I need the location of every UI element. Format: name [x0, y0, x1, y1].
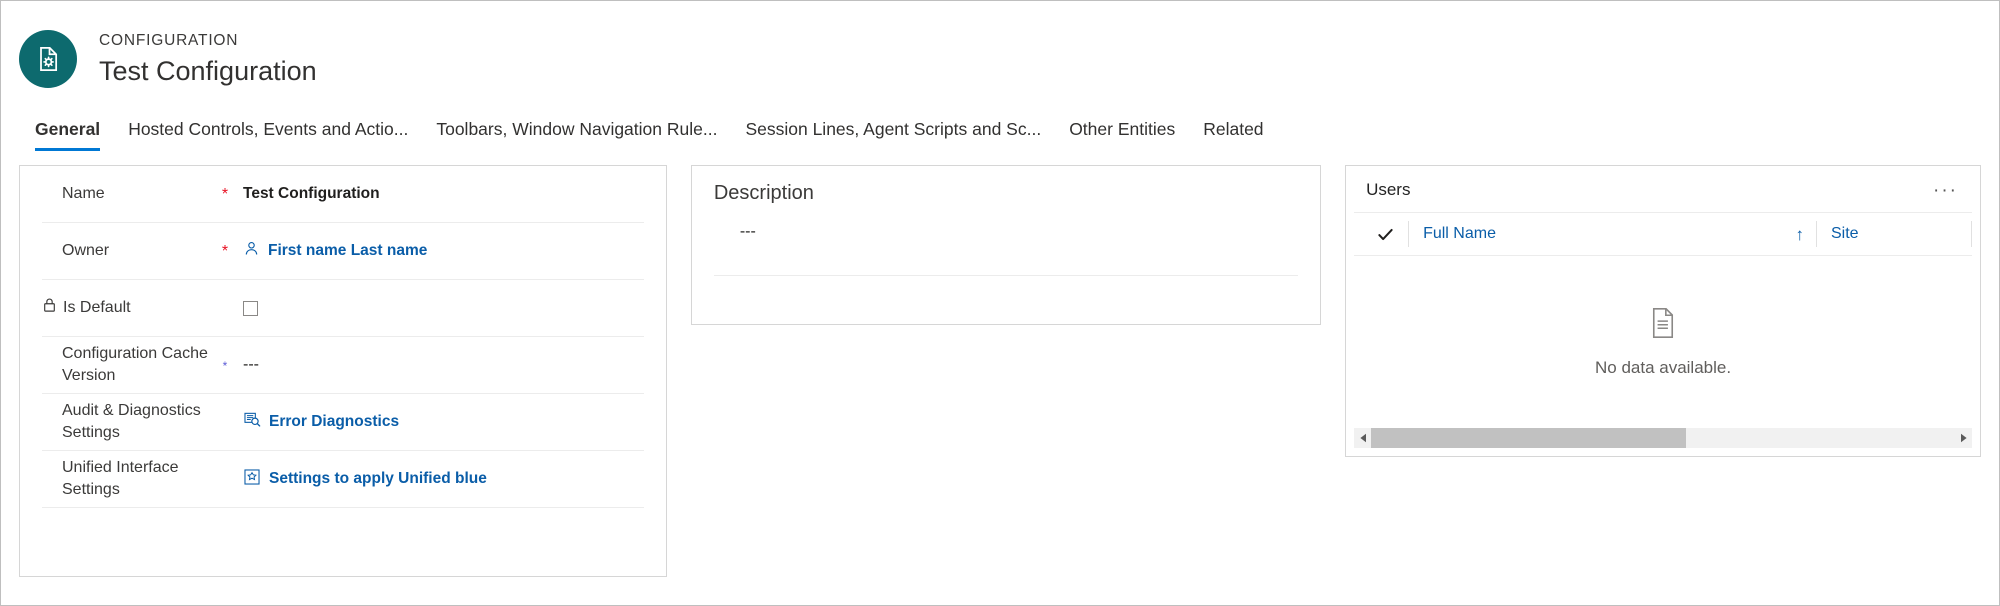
field-label-name: Name	[62, 185, 105, 203]
tab-toolbars-window-navigation-rules[interactable]: Toolbars, Window Navigation Rule...	[422, 119, 731, 151]
field-row-unified-interface-settings: Unified Interface Settings Settings to a…	[42, 451, 644, 508]
error-diagnostics-link[interactable]: Error Diagnostics	[269, 413, 399, 431]
is-default-checkbox[interactable]	[243, 300, 258, 316]
name-value-text: Test Configuration	[243, 185, 380, 202]
entity-type-label: CONFIGURATION	[99, 32, 239, 50]
description-card: Description ---	[690, 165, 1322, 325]
users-grid-header-row: Full Name ↑ Site	[1354, 212, 1972, 256]
field-row-name: Name * Test Configuration	[42, 166, 644, 223]
unified-interface-icon	[243, 468, 261, 491]
is-default-label-text: Is Default	[63, 298, 131, 316]
field-label-is-default: Is Default	[42, 297, 217, 320]
field-label-owner: Owner	[62, 242, 110, 260]
error-diagnostics-icon	[243, 411, 261, 434]
scroll-left-arrow-icon[interactable]	[1354, 433, 1371, 443]
configuration-record-page: CONFIGURATION Test Configuration General…	[0, 0, 2000, 606]
record-header: CONFIGURATION Test Configuration	[1, 1, 1999, 101]
field-value-unified-interface-settings[interactable]: Settings to apply Unified blue	[233, 468, 644, 491]
scrollbar-track[interactable]	[1371, 428, 1955, 448]
required-indicator-is-default	[217, 307, 233, 309]
tab-hosted-controls-events-actions[interactable]: Hosted Controls, Events and Actio...	[114, 119, 422, 151]
description-value[interactable]: ---	[713, 223, 1299, 276]
required-indicator-audit-diagnostics-settings	[217, 421, 233, 423]
header-text-block: CONFIGURATION Test Configuration	[99, 33, 317, 85]
field-row-owner: Owner * First name Last name	[42, 223, 644, 280]
field-row-audit-diagnostics-settings: Audit & Diagnostics Settings Error Diagn…	[42, 394, 644, 451]
column-divider	[1971, 221, 1972, 247]
tab-general[interactable]: General	[21, 119, 114, 151]
users-empty-text: No data available.	[1594, 357, 1732, 377]
required-indicator-unified-interface-settings	[217, 478, 233, 480]
document-gear-icon	[19, 30, 77, 88]
form-body: Name * Test Configuration Owner * First …	[1, 151, 1999, 577]
field-row-configuration-cache-version: Configuration Cache Version * ---	[42, 337, 644, 394]
sort-ascending-icon[interactable]: ↑	[1796, 226, 1805, 243]
users-subgrid-card: Users ··· Full Name ↑ Site No data avail…	[1345, 165, 1981, 457]
tab-other-entities[interactable]: Other Entities	[1055, 119, 1189, 151]
users-header: Users ···	[1346, 166, 1980, 212]
description-title: Description	[713, 182, 814, 204]
lock-icon	[42, 297, 57, 320]
configuration-cache-version-value: ---	[243, 356, 259, 373]
select-all-checkmark-icon[interactable]	[1362, 225, 1408, 244]
users-horizontal-scrollbar[interactable]	[1354, 428, 1972, 448]
owner-link[interactable]: First name Last name	[268, 242, 427, 260]
page-title: Test Configuration	[99, 55, 317, 86]
field-label-unified-interface-settings: Unified Interface Settings	[62, 459, 179, 498]
scrollbar-thumb[interactable]	[1371, 428, 1687, 448]
field-row-is-default: Is Default	[42, 280, 644, 337]
users-title: Users	[1366, 180, 1411, 199]
person-icon	[243, 240, 260, 262]
tab-session-lines-agent-scripts[interactable]: Session Lines, Agent Scripts and Sc...	[731, 119, 1055, 151]
field-label-audit-diagnostics-settings: Audit & Diagnostics Settings	[62, 402, 201, 441]
tab-bar: General Hosted Controls, Events and Acti…	[1, 107, 1999, 151]
column-header-site-label: Site	[1831, 225, 1859, 242]
unified-interface-link[interactable]: Settings to apply Unified blue	[269, 470, 487, 488]
field-value-configuration-cache-version[interactable]: ---	[233, 356, 644, 374]
field-value-audit-diagnostics-settings[interactable]: Error Diagnostics	[233, 411, 644, 434]
field-value-is-default	[233, 300, 644, 316]
required-indicator-configuration-cache-version: *	[222, 359, 228, 373]
column-header-full-name[interactable]: Full Name ↑	[1408, 221, 1816, 247]
field-value-name[interactable]: Test Configuration	[233, 185, 644, 203]
users-overflow-menu-icon[interactable]: ···	[1931, 181, 1960, 200]
users-empty-state: No data available.	[1346, 256, 1980, 428]
general-form-card: Name * Test Configuration Owner * First …	[19, 165, 667, 577]
required-indicator-name: *	[221, 186, 229, 203]
required-indicator-owner: *	[221, 243, 229, 260]
field-label-configuration-cache-version: Configuration Cache Version	[62, 345, 208, 384]
document-icon	[1648, 307, 1678, 344]
scroll-right-arrow-icon[interactable]	[1955, 433, 1972, 443]
column-header-site[interactable]: Site	[1816, 221, 1971, 247]
tab-related[interactable]: Related	[1189, 119, 1277, 151]
field-value-owner[interactable]: First name Last name	[233, 240, 644, 262]
column-header-full-name-label: Full Name	[1423, 225, 1496, 242]
